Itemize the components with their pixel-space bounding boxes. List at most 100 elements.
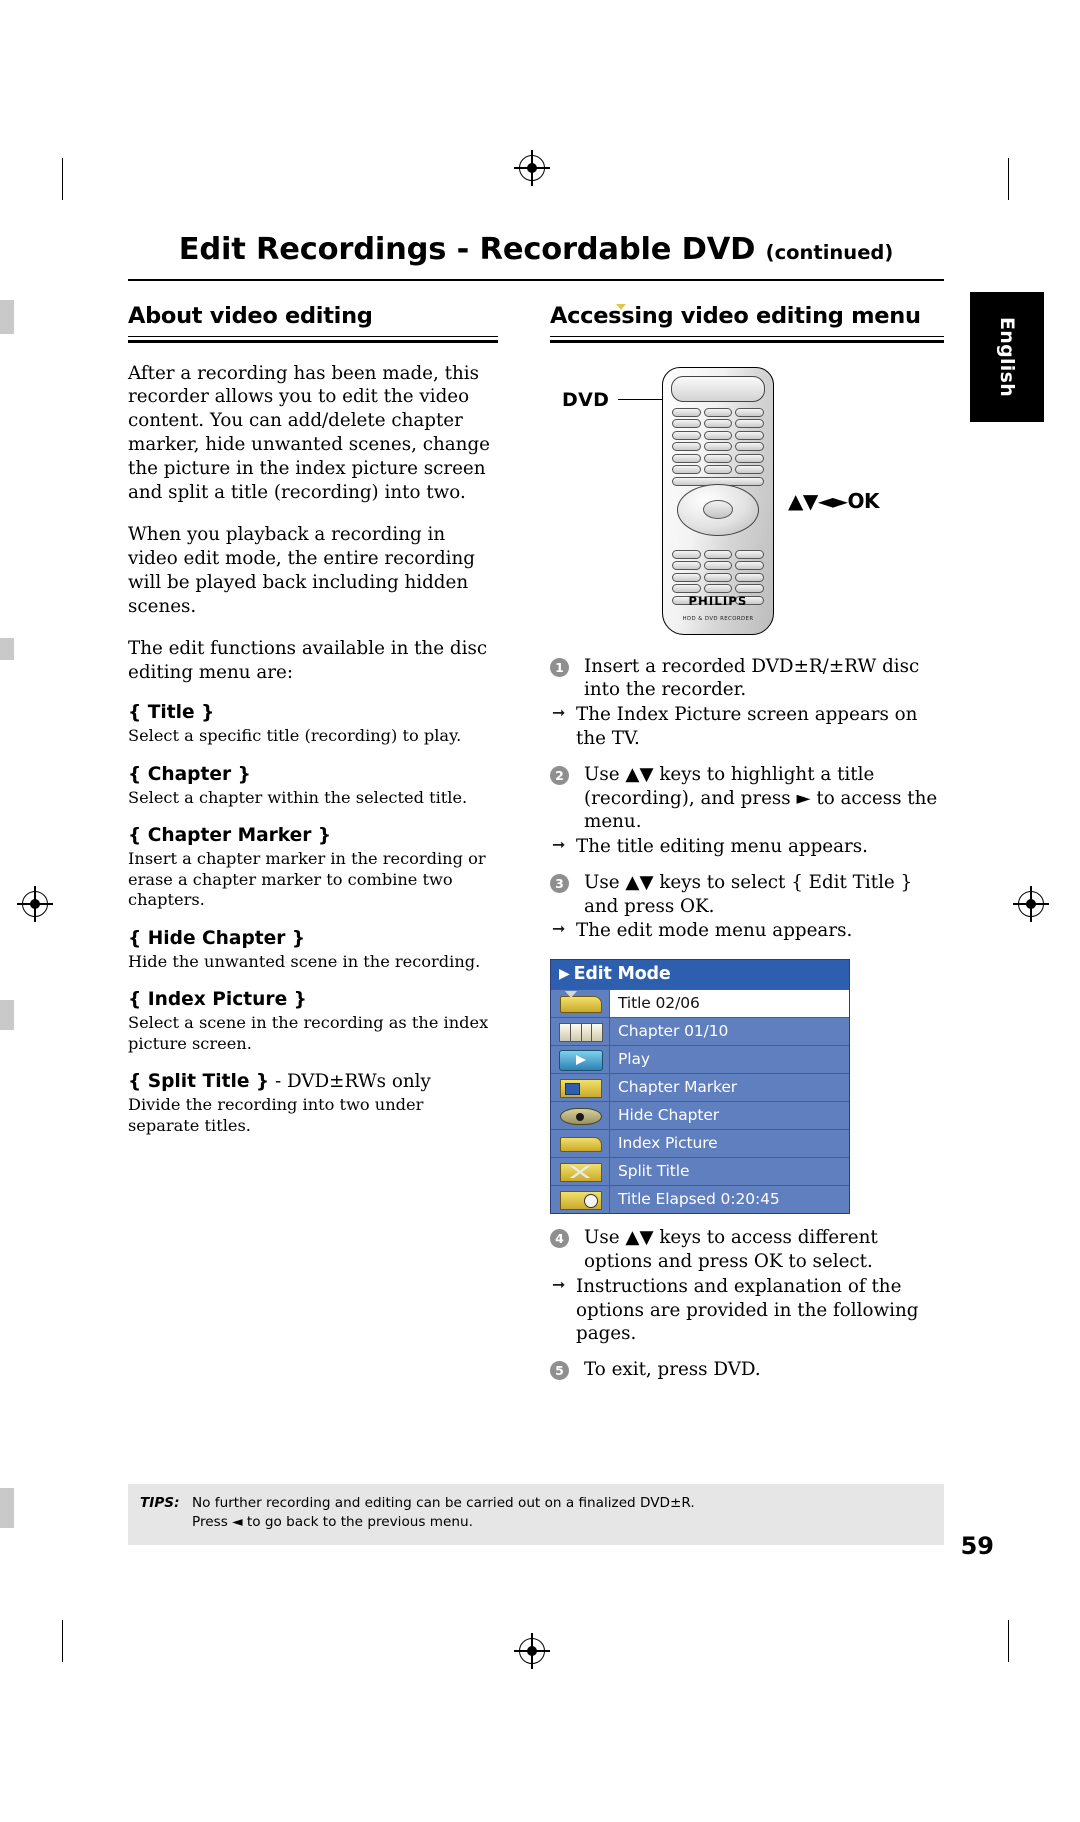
cursor-right-icon: ▶ <box>559 966 570 983</box>
osd-row-title[interactable]: Title 02/06 <box>551 989 849 1018</box>
osd-row-play[interactable]: Play <box>551 1045 849 1074</box>
edge-mark-4 <box>0 1488 14 1528</box>
left-column: About video editing After a recording ha… <box>128 303 498 1137</box>
tips-line-2: Press ◄ to go back to the previous menu. <box>192 1513 932 1532</box>
remote-key <box>672 419 701 429</box>
definition-term-title-text: { Title } <box>128 701 215 723</box>
remote-key <box>672 549 701 559</box>
definition-term-chapter: { Chapter } <box>128 764 498 785</box>
step-1-result-text: The Index Picture screen appears on the … <box>576 704 918 749</box>
about-paragraph-1: After a recording has been made, this re… <box>128 362 490 503</box>
step-1-text: Insert a recorded DVD±R/±RW disc into th… <box>584 655 920 701</box>
remote-body: PHILIPS HDD & DVD RECORDER <box>662 366 774 635</box>
step-4: 4 Use ▲▼ keys to access different option… <box>550 1226 944 1274</box>
edge-mark-1 <box>0 300 14 334</box>
language-thumb-tab-label: English <box>996 316 1018 398</box>
crop-mark-top-left <box>62 158 64 200</box>
arrow-right-icon: ➞ <box>552 1274 566 1294</box>
tape-down-icon <box>551 990 610 1018</box>
definition-desc-index-picture: Select a scene in the recording as the i… <box>128 1013 489 1053</box>
tips-line-2-prefix: Press <box>192 1514 233 1531</box>
about-heading-rule <box>128 339 498 343</box>
definition-term-index-picture-text: { Index Picture } <box>128 989 307 1011</box>
step-2-result-text: The title editing menu appears. <box>576 836 868 858</box>
remote-key <box>735 549 764 559</box>
definition-desc-chapter-marker: Insert a chapter marker in the recording… <box>128 849 486 910</box>
remote-key <box>703 453 733 463</box>
definition-term-split-title-suffix: - DVD±RWs only <box>269 1071 431 1093</box>
play-icon <box>551 1046 610 1074</box>
remote-key <box>735 442 764 452</box>
remote-brand-sublabel: HDD & DVD RECORDER <box>682 615 754 622</box>
definition-desc-title: Select a specific title (recording) to p… <box>128 725 462 745</box>
remote-control-illustration: DVD PHILIPS HDD & DVD RECORDER ▲▼◄►OK <box>550 361 944 643</box>
arrow-right-icon: ➞ <box>552 703 566 723</box>
definition-desc-chapter: Select a chapter within the selected tit… <box>128 787 468 807</box>
remote-key <box>703 419 733 429</box>
right-column: Accessing video editing menu DVD PHILIPS… <box>550 303 944 1382</box>
definition-term-chapter-marker-text: { Chapter Marker } <box>128 825 332 847</box>
remote-key <box>735 419 764 429</box>
tips-box: TIPS: No further recording and editing c… <box>128 1484 944 1545</box>
accessing-menu-heading: Accessing video editing menu <box>550 303 944 337</box>
definition-term-split-title: { Split Title } - DVD±RWs only <box>128 1071 498 1092</box>
filmstrip-icon <box>551 1018 610 1046</box>
registration-mark-left <box>17 886 53 922</box>
definition-term-hide-chapter-text: { Hide Chapter } <box>128 927 306 949</box>
accessing-heading-rule <box>550 339 944 343</box>
definition-term-index-picture: { Index Picture } <box>128 989 498 1010</box>
remote-key <box>703 430 733 440</box>
remote-key <box>735 453 764 463</box>
remote-key <box>672 453 701 463</box>
osd-row-title-elapsed[interactable]: Title Elapsed 0:20:45 <box>551 1185 849 1214</box>
about-paragraph-2: When you playback a recording in video e… <box>128 524 475 617</box>
remote-key <box>703 442 733 452</box>
navigation-keys-callout-label: ▲▼◄►OK <box>788 488 880 513</box>
remote-key <box>703 561 733 571</box>
remote-key <box>703 465 733 475</box>
remote-display-panel <box>671 375 765 402</box>
remote-key <box>735 407 764 417</box>
remote-key <box>672 430 701 440</box>
step-2-result: ➞ The title editing menu appears. <box>550 835 944 859</box>
tips-content: TIPS: No further recording and editing c… <box>128 1494 944 1533</box>
edit-mode-title-text: Edit Mode <box>573 964 671 985</box>
left-arrow-icon: ◄ <box>232 1514 243 1531</box>
definition-term-hide-chapter: { Hide Chapter } <box>128 928 498 949</box>
definition-desc-split-title: Divide the recording into two under sepa… <box>128 1095 424 1136</box>
step-1-result: ➞ The Index Picture screen appears on th… <box>550 703 944 751</box>
osd-row-split-title[interactable]: Split Title <box>551 1157 849 1186</box>
page-title: Edit Recordings - Recordable DVD (contin… <box>128 232 944 275</box>
step-3-text: Use ▲▼ keys to select { Edit Title } and… <box>584 871 913 917</box>
about-video-editing-heading: About video editing <box>128 303 498 337</box>
step-2-number: 2 <box>550 765 569 785</box>
dvd-button-callout-label: DVD <box>562 388 610 411</box>
osd-row-hide-chapter[interactable]: Hide Chapter <box>551 1101 849 1130</box>
osd-row-chapter[interactable]: Chapter 01/10 <box>551 304 849 1046</box>
arrow-right-icon: ➞ <box>552 835 566 855</box>
remote-upper-keypad <box>672 407 764 486</box>
remote-key <box>672 561 701 571</box>
edit-mode-title-bar: ▶ Edit Mode <box>551 960 849 990</box>
step-3-result: ➞ The edit mode menu appears. <box>550 919 944 943</box>
osd-row-chapter-marker[interactable]: Chapter Marker <box>551 1073 849 1102</box>
remote-key <box>672 442 701 452</box>
definition-desc-hide-chapter: Hide the unwanted scene in the recording… <box>128 951 481 971</box>
osd-row-hide-chapter-label: Hide Chapter <box>610 1102 849 1130</box>
remote-key <box>672 407 701 417</box>
step-3-result-text: The edit mode menu appears. <box>576 920 853 942</box>
about-paragraph-3: The edit functions available in the disc… <box>128 638 488 684</box>
clock-icon <box>551 1186 610 1214</box>
scissors-icon <box>551 1158 610 1186</box>
tips-line-2-suffix: to go back to the previous menu. <box>242 1514 473 1531</box>
tips-label: TIPS: <box>140 1495 180 1511</box>
remote-key <box>735 572 764 582</box>
manual-page: English Edit Recordings - Recordable DVD… <box>0 0 1080 1822</box>
step-4-number: 4 <box>550 1229 569 1249</box>
chapter-marker-icon <box>551 1074 610 1102</box>
step-5-text: To exit, press DVD. <box>584 1359 761 1381</box>
osd-row-index-picture[interactable]: Index Picture <box>551 1129 849 1158</box>
definition-term-chapter-text: { Chapter } <box>128 763 251 785</box>
registration-mark-top <box>514 150 550 186</box>
registration-mark-bottom <box>514 1633 550 1669</box>
